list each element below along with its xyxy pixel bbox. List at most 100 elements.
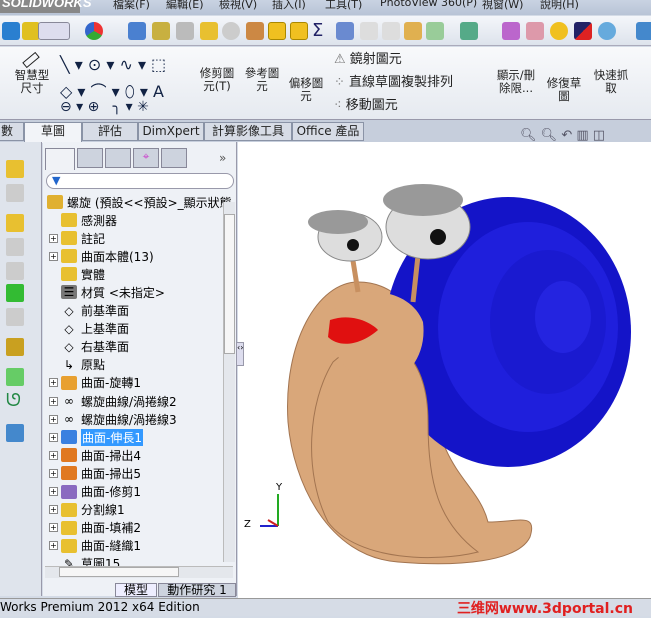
- tree-item[interactable]: 感測器: [49, 211, 117, 229]
- tree-horizontal-scrollbar[interactable]: [45, 566, 233, 578]
- measure-icon[interactable]: [152, 22, 170, 40]
- tab-dimxpert[interactable]: DimXpert: [138, 122, 204, 141]
- display-manager-tab[interactable]: [161, 148, 187, 168]
- extrude-icon[interactable]: [6, 160, 24, 178]
- sum-icon[interactable]: Σ: [312, 22, 330, 40]
- tree-item[interactable]: + 曲面-旋轉1: [49, 374, 141, 392]
- tree-item[interactable]: + 曲面-填補2: [49, 519, 141, 537]
- boundary-icon[interactable]: [6, 262, 24, 280]
- pattern-icon[interactable]: [6, 338, 24, 356]
- check-icon[interactable]: [246, 22, 264, 40]
- expand-icon[interactable]: +: [49, 505, 58, 515]
- tree-item[interactable]: + 曲面-掃出5: [49, 464, 141, 482]
- tree-item[interactable]: + 曲面-掃出4: [49, 446, 141, 464]
- tree-root[interactable]: 螺旋 (預設<<預設>_顯示狀態: [47, 193, 232, 211]
- select-tool-button[interactable]: [38, 22, 70, 40]
- trim-entities-button[interactable]: 修剪圖 元(T): [196, 67, 238, 93]
- tree-item[interactable]: ◇ 右基準面: [49, 338, 129, 356]
- mirror-entities-button[interactable]: ⚠ 鏡射圖元: [334, 53, 402, 66]
- tree-item[interactable]: 實體: [49, 265, 105, 283]
- zebra-icon[interactable]: [526, 22, 544, 40]
- slot-icon[interactable]: ⊖ ▾ ⊕ ╮ ▾ ✳: [60, 99, 149, 115]
- filter-input[interactable]: ▼: [46, 173, 234, 189]
- tree-item[interactable]: ◇ 前基準面: [49, 302, 129, 320]
- zoom-to-fit-icon[interactable]: 🔍︎: [520, 128, 537, 143]
- convert-entities-button[interactable]: 參考圖 元: [240, 67, 284, 93]
- expand-icon[interactable]: +: [49, 414, 58, 424]
- menu-photoview[interactable]: PhotoView 360(P): [380, 0, 477, 9]
- move-entities-button[interactable]: ⁖ 移動圖元: [334, 99, 398, 112]
- color-icon[interactable]: [574, 22, 592, 40]
- expand-icon[interactable]: +: [49, 541, 58, 551]
- expand-icon[interactable]: +: [49, 396, 58, 406]
- cut-icon[interactable]: [6, 184, 24, 202]
- tree-item[interactable]: ☰ 材質 <未指定>: [49, 283, 165, 301]
- menu-insert[interactable]: 插入(I): [272, 0, 306, 12]
- expand-chevron-icon[interactable]: »: [219, 151, 226, 165]
- tree-item[interactable]: ↳ 原點: [49, 356, 105, 374]
- instant3d-icon[interactable]: [6, 424, 24, 442]
- expand-icon[interactable]: +: [49, 233, 58, 243]
- tab-render-tools[interactable]: 計算影像工具: [204, 122, 292, 141]
- expand-icon[interactable]: +: [49, 378, 58, 388]
- tree-vertical-scrollbar[interactable]: [223, 202, 235, 562]
- zoom-area-icon[interactable]: 🔍︎: [541, 128, 558, 143]
- tree-item[interactable]: + 曲面-縫織1: [49, 537, 141, 555]
- tree-item[interactable]: + 曲面本體(13): [49, 247, 154, 265]
- model-tab[interactable]: 模型: [115, 583, 157, 597]
- smart-dimension-button[interactable]: 智慧型 尺寸: [12, 69, 52, 95]
- h-scroll-thumb[interactable]: [59, 567, 179, 577]
- menu-window[interactable]: 視窗(W): [482, 0, 523, 12]
- tab-features[interactable]: 數: [0, 122, 24, 141]
- revolve-icon[interactable]: [6, 214, 24, 232]
- render-icon[interactable]: [598, 22, 616, 40]
- tab-evaluate[interactable]: 評估: [82, 122, 138, 141]
- check-geometry-icon[interactable]: [426, 22, 444, 40]
- loft-icon[interactable]: [6, 238, 24, 256]
- tree-item[interactable]: + 曲面-修剪1: [49, 483, 141, 501]
- tree-item[interactable]: ◇ 上基準面: [49, 320, 129, 338]
- draft-icon[interactable]: [360, 22, 378, 40]
- previous-view-icon[interactable]: ↶: [561, 128, 572, 143]
- panel-collapse-handle[interactable]: ‹›: [236, 342, 244, 366]
- feature-manager-tab[interactable]: [45, 148, 75, 170]
- surface-icon[interactable]: [6, 284, 24, 302]
- menu-file[interactable]: 檔案(F): [113, 0, 150, 12]
- menu-help[interactable]: 說明(H): [540, 0, 579, 12]
- view-orientation-icon[interactable]: ◫: [593, 128, 605, 143]
- menu-edit[interactable]: 編輯(E): [166, 0, 204, 12]
- graphics-area[interactable]: 🔍︎ 🔍︎ ↶ ▥ ◫ Y Z ‹›: [236, 128, 651, 598]
- expand-icon[interactable]: +: [49, 450, 58, 460]
- statistics-icon[interactable]: [222, 22, 240, 40]
- save-icon[interactable]: [2, 22, 20, 40]
- expand-icon[interactable]: +: [49, 523, 58, 533]
- dimxpert-manager-tab[interactable]: ⌖: [133, 148, 159, 168]
- motion-study-tab[interactable]: 動作研究 1: [158, 583, 236, 597]
- menu-tools[interactable]: 工具(T): [325, 0, 362, 12]
- expand-icon[interactable]: +: [49, 432, 58, 442]
- section-properties-icon[interactable]: [200, 22, 218, 40]
- reference-geometry-icon[interactable]: [6, 368, 24, 386]
- expand-icon[interactable]: +: [49, 468, 58, 478]
- section-view-icon[interactable]: ▥: [576, 128, 588, 143]
- tree-item[interactable]: + 註記: [49, 229, 105, 247]
- expand-icon[interactable]: +: [49, 251, 58, 261]
- quick-snaps-button[interactable]: 快速抓 取: [590, 69, 632, 95]
- tab-office-products[interactable]: Office 產品: [292, 122, 364, 141]
- check-mark-icon[interactable]: [550, 22, 568, 40]
- checkbox-red-icon[interactable]: [290, 22, 308, 40]
- menu-view[interactable]: 檢視(V): [219, 0, 257, 12]
- expand-icon[interactable]: +: [49, 487, 58, 496]
- configuration-manager-tab[interactable]: [105, 148, 131, 168]
- curvature-icon[interactable]: [502, 22, 520, 40]
- tab-sketch[interactable]: 草圖: [24, 122, 82, 143]
- compare-icon[interactable]: [460, 22, 478, 40]
- tree-item[interactable]: + 分割線1: [49, 501, 125, 519]
- tree-item[interactable]: + ∞ 螺旋曲線/渦捲線2: [49, 392, 177, 410]
- shell-icon[interactable]: [6, 308, 24, 326]
- repair-sketch-button[interactable]: 修復草 圖: [543, 77, 585, 103]
- curves-icon[interactable]: ᘎ: [6, 392, 24, 410]
- checkbox-icon[interactable]: [268, 22, 286, 40]
- scroll-thumb[interactable]: [224, 214, 235, 354]
- view-icon[interactable]: [636, 22, 651, 40]
